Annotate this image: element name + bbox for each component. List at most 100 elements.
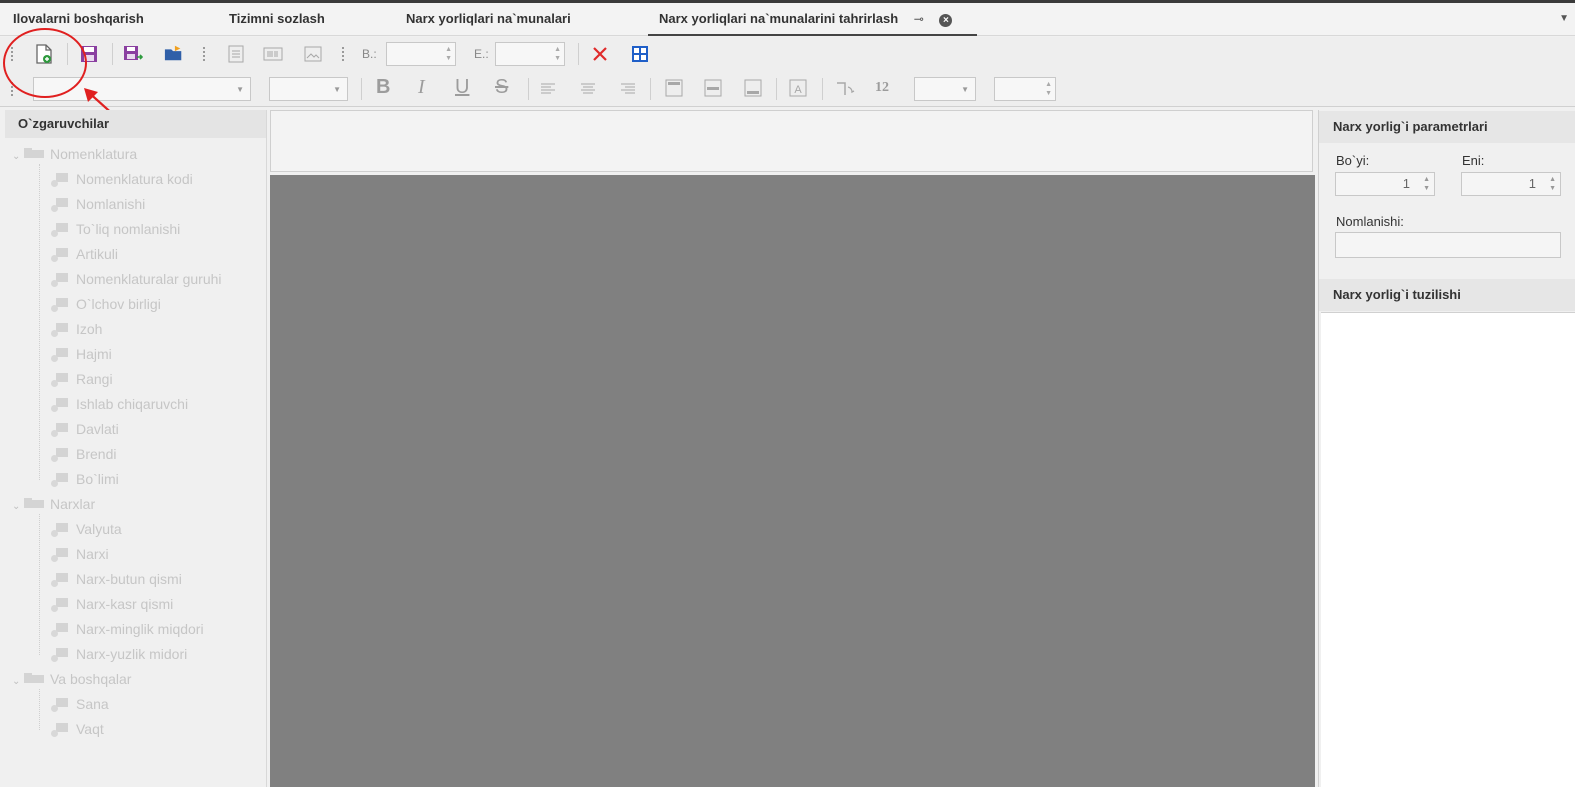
- number-spinner[interactable]: ▲ ▼: [994, 77, 1056, 101]
- properties-panel: Narx yorlig`i parametrlari Bo`yi: Eni: 1…: [1318, 110, 1575, 787]
- height-spinner[interactable]: 1 ▲ ▼: [1335, 172, 1435, 196]
- name-input[interactable]: [1335, 232, 1561, 258]
- tree-item-label: Narxi: [76, 546, 109, 562]
- rotation-select[interactable]: ▼: [914, 77, 976, 101]
- tab-label: Narx yorliqlari na`munalari: [406, 11, 571, 26]
- grid-icon[interactable]: [630, 44, 650, 64]
- tree-connector: [39, 689, 40, 730]
- tree-item[interactable]: Rangi: [50, 369, 113, 389]
- variable-icon: [50, 298, 70, 313]
- structure-section-title: Narx yorlig`i tuzilishi: [1319, 279, 1575, 311]
- spinner-arrows-icon[interactable]: ▲ ▼: [1423, 175, 1430, 193]
- align-bottom-icon[interactable]: [743, 78, 763, 98]
- tree-group-label: Nomenklatura: [50, 146, 138, 162]
- font-size-number: 12: [875, 80, 889, 95]
- svg-text:A: A: [794, 84, 802, 96]
- tree-item[interactable]: Sana: [50, 694, 109, 714]
- align-middle-icon[interactable]: [703, 78, 723, 98]
- variable-icon: [50, 548, 70, 563]
- variable-icon: [50, 573, 70, 588]
- spinner-arrows-icon[interactable]: ▲ ▼: [445, 45, 452, 63]
- tab-edit-label-templates[interactable]: Narx yorliqlari na`munalarini tahrirlash…: [648, 3, 977, 36]
- align-left-icon[interactable]: [538, 79, 558, 99]
- tree-item-label: Rangi: [76, 371, 113, 387]
- tree-group-label: Narxlar: [50, 496, 96, 512]
- align-right-icon[interactable]: [618, 79, 638, 99]
- tree-item[interactable]: Brendi: [50, 444, 116, 464]
- variables-panel: O`zgaruvchilar ⌄ Nomenklatura Nomenklatura…: [5, 110, 267, 787]
- tree-item[interactable]: Narx-yuzlik midori: [50, 644, 187, 664]
- toolbar-grip[interactable]: [203, 47, 206, 61]
- font-size-select[interactable]: ▼: [269, 77, 348, 101]
- spinner-arrows-icon[interactable]: ▲ ▼: [554, 45, 561, 63]
- toolbar-grip[interactable]: [342, 47, 345, 61]
- design-canvas[interactable]: [270, 175, 1315, 787]
- tree-item[interactable]: Davlati: [50, 419, 119, 439]
- tree-item[interactable]: Nomenklatura kodi: [50, 169, 193, 189]
- spinner-arrows-icon[interactable]: ▲ ▼: [1549, 175, 1556, 193]
- e-spinner[interactable]: ▲ ▼: [495, 42, 565, 66]
- tree-item[interactable]: Narx-kasr qismi: [50, 594, 173, 614]
- close-tab-icon[interactable]: ×: [939, 14, 953, 27]
- tree-item[interactable]: Izoh: [50, 319, 102, 339]
- spinner-arrows-icon[interactable]: ▲ ▼: [1045, 80, 1052, 98]
- bold-icon[interactable]: B: [376, 76, 390, 99]
- save-as-icon[interactable]: [123, 44, 143, 64]
- underline-icon[interactable]: U: [455, 76, 469, 99]
- tree-group[interactable]: ⌄ Narxlar: [12, 494, 95, 514]
- tree-item-label: Nomlanishi: [76, 196, 146, 212]
- tree-group[interactable]: ⌄ Nomenklatura: [12, 144, 137, 164]
- tree-item[interactable]: Nomlanishi: [50, 194, 145, 214]
- variable-icon: [50, 523, 70, 538]
- chevron-down-icon[interactable]: ⌄: [12, 497, 24, 517]
- toolbar-separator: [528, 78, 529, 100]
- tree-item[interactable]: O`lchov birligi: [50, 294, 161, 314]
- barcode-icon[interactable]: [263, 44, 283, 64]
- variable-icon: [50, 423, 70, 438]
- tree-item[interactable]: Bo`limi: [50, 469, 119, 489]
- b-spinner[interactable]: ▲ ▼: [386, 42, 456, 66]
- pin-icon[interactable]: ⊸: [914, 4, 924, 35]
- rotate-icon[interactable]: [835, 78, 855, 98]
- width-value: 1: [1528, 176, 1536, 191]
- variable-icon: [50, 398, 70, 413]
- tree-item-label: Nomenklatura kodi: [76, 171, 193, 187]
- italic-icon[interactable]: I: [418, 76, 425, 99]
- structure-tree-area[interactable]: [1321, 312, 1575, 787]
- width-spinner[interactable]: 1 ▲ ▼: [1461, 172, 1561, 196]
- strikethrough-icon[interactable]: S: [495, 76, 508, 99]
- tree-item[interactable]: Hajmi: [50, 344, 112, 364]
- image-element-icon[interactable]: [303, 44, 323, 64]
- tree-item[interactable]: Narx-minglik miqdori: [50, 619, 204, 639]
- chevron-down-icon[interactable]: ⌄: [12, 672, 24, 692]
- tree-item-label: Narx-minglik miqdori: [76, 621, 204, 637]
- tab-label-templates[interactable]: Narx yorliqlari na`munalari: [406, 3, 571, 36]
- tab-system-settings[interactable]: Tizimni sozlash: [229, 3, 325, 36]
- chevron-down-icon[interactable]: ⌄: [12, 147, 24, 167]
- delete-icon[interactable]: [590, 44, 610, 64]
- variable-icon: [50, 323, 70, 338]
- tree-item[interactable]: To`liq nomlanishi: [50, 219, 180, 239]
- tree-item-label: Izoh: [76, 321, 103, 337]
- tree-item[interactable]: Ishlab chiqaruvchi: [50, 394, 188, 414]
- tree-item[interactable]: Narx-butun qismi: [50, 569, 182, 589]
- annotation-circle: [3, 28, 87, 98]
- label-header-area[interactable]: [270, 110, 1313, 172]
- tree-item[interactable]: Artikuli: [50, 244, 118, 264]
- tree-item[interactable]: Valyuta: [50, 519, 122, 539]
- tab-label: Narx yorliqlari na`munalarini tahrirlash: [659, 11, 899, 26]
- tree-group[interactable]: ⌄ Va boshqalar: [12, 669, 131, 689]
- text-frame-icon[interactable]: A: [788, 78, 808, 98]
- tree-item[interactable]: Nomenklaturalar guruhi: [50, 269, 222, 289]
- tree-item-label: Valyuta: [76, 521, 122, 537]
- tree-item[interactable]: Narxi: [50, 544, 109, 564]
- align-center-icon[interactable]: [578, 79, 598, 99]
- toolbar-separator: [578, 43, 579, 65]
- tree-item-label: Narx-kasr qismi: [76, 596, 174, 612]
- open-folder-icon[interactable]: [164, 43, 184, 63]
- align-top-icon[interactable]: [664, 78, 684, 98]
- tree-item[interactable]: Vaqt: [50, 719, 104, 739]
- text-element-icon[interactable]: [226, 44, 246, 64]
- tabs-dropdown-icon[interactable]: ▼: [1559, 13, 1569, 24]
- variable-icon: [50, 623, 70, 638]
